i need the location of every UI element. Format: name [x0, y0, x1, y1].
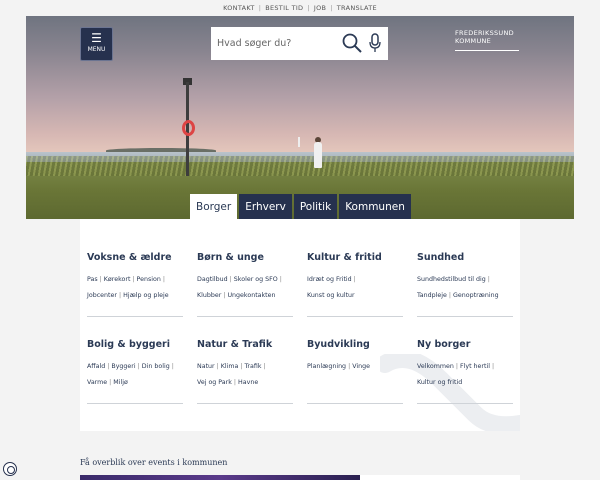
hamburger-icon: ☰ — [91, 31, 102, 45]
link-hjaelp-pleje[interactable]: Hjælp og pleje — [123, 292, 169, 299]
search-input[interactable] — [217, 34, 335, 52]
tab-borger[interactable]: Borger — [190, 194, 238, 220]
category-kultur: Kultur & fritid Idræt og Fritid | Kunst o… — [307, 252, 403, 317]
link-skoler-sfo[interactable]: Skoler og SFO — [234, 276, 278, 283]
category-title[interactable]: Voksne & ældre — [87, 252, 183, 263]
link-affald[interactable]: Affald — [87, 363, 105, 370]
link-translate[interactable]: TRANSLATE — [335, 4, 379, 12]
category-links: Velkommen | Flyt hertil | Kultur og fritid — [417, 363, 495, 386]
event-card-image[interactable] — [80, 475, 360, 480]
divider — [197, 316, 293, 317]
link-velkommen[interactable]: Velkommen — [417, 363, 454, 370]
link-genoptraening[interactable]: Genoptræning — [453, 292, 499, 299]
divider — [197, 403, 293, 404]
link-klubber[interactable]: Klubber — [197, 292, 221, 299]
menu-button[interactable]: ☰ MENU — [80, 27, 113, 61]
menu-label: MENU — [87, 46, 106, 53]
category-links: Idræt og Fritid | Kunst og kultur — [307, 276, 356, 299]
utility-nav: KONTAKT | BESTIL TID | JOB | TRANSLATE — [0, 0, 600, 16]
category-natur: Natur & Trafik Natur | Klima | Trafik | Vej o… — [197, 339, 293, 404]
link-trafik[interactable]: Trafik — [245, 363, 262, 370]
audience-tabs: Borger Erhverv Politik Kommunen — [190, 194, 413, 220]
category-links: Dagtilbud | Skoler og SFO | Klubber | Ungekon… — [197, 276, 282, 299]
link-tandpleje[interactable]: Tandpleje — [417, 292, 447, 299]
link-byggeri[interactable]: Byggeri — [111, 363, 135, 370]
category-links: Natur | Klima | Trafik | Vej og Park | Havne — [197, 363, 266, 386]
cookie-settings-icon[interactable] — [3, 462, 17, 476]
link-sundhedstilbud[interactable]: Sundhedstilbud til dig — [417, 276, 486, 283]
link-vej-park[interactable]: Vej og Park — [197, 379, 232, 386]
events-heading: Få overblik over events i kommunen — [80, 458, 228, 467]
category-links: Planlægning | Vinge — [307, 363, 370, 370]
category-links: Pas | Kørekort | Pension | Jobcenter | Hjælp og… — [87, 276, 169, 299]
category-title[interactable]: Natur & Trafik — [197, 339, 293, 350]
hero-sailboat — [298, 137, 300, 147]
link-job[interactable]: JOB — [312, 4, 328, 12]
category-ny-borger: Ny borger Velkommen | Flyt hertil | Kultur … — [417, 339, 513, 404]
link-ungekontakten[interactable]: Ungekontakten — [227, 292, 275, 299]
logo-wave — [455, 49, 519, 51]
category-title[interactable]: Ny borger — [417, 339, 513, 350]
category-links: Affald | Byggeri | Din bolig | Varme | Miljø — [87, 363, 174, 386]
link-natur[interactable]: Natur — [197, 363, 215, 370]
hero-grass-texture — [26, 156, 574, 176]
category-links: Sundhedstilbud til dig | Tandpleje | Genopt… — [417, 276, 499, 299]
microphone-icon[interactable] — [368, 32, 382, 54]
link-miljo[interactable]: Miljø — [113, 379, 128, 386]
logo-line2: KOMMUNE — [455, 37, 492, 45]
link-kunst-kultur[interactable]: Kunst og kultur — [307, 292, 355, 299]
divider — [307, 316, 403, 317]
hero-person — [314, 142, 322, 168]
link-planlaegning[interactable]: Planlægning — [307, 363, 346, 370]
link-pas[interactable]: Pas — [87, 276, 98, 283]
tab-erhverv[interactable]: Erhverv — [239, 194, 292, 220]
divider — [87, 316, 183, 317]
category-byudvikling: Byudvikling Planlægning | Vinge — [307, 339, 403, 404]
divider — [87, 403, 183, 404]
link-varme[interactable]: Varme — [87, 379, 107, 386]
event-card[interactable] — [360, 475, 520, 480]
municipality-logo[interactable]: FREDERIKSSUND KOMMUNE — [455, 29, 521, 51]
category-panel: Voksne & ældre Pas | Kørekort | Pension | Job… — [80, 219, 520, 431]
link-pension[interactable]: Pension — [137, 276, 161, 283]
logo-line1: FREDERIKSSUND — [455, 29, 514, 37]
category-title[interactable]: Sundhed — [417, 252, 513, 263]
link-klima[interactable]: Klima — [221, 363, 239, 370]
link-havne[interactable]: Havne — [238, 379, 258, 386]
link-idraet-fritid[interactable]: Idræt og Fritid — [307, 276, 352, 283]
category-voksne: Voksne & ældre Pas | Kørekort | Pension | Job… — [87, 252, 183, 317]
category-title[interactable]: Bolig & byggeri — [87, 339, 183, 350]
category-born: Børn & unge Dagtilbud | Skoler og SFO | Klu… — [197, 252, 293, 317]
category-title[interactable]: Børn & unge — [197, 252, 293, 263]
link-vinge[interactable]: Vinge — [352, 363, 370, 370]
tab-kommunen[interactable]: Kommunen — [339, 194, 411, 220]
divider — [307, 403, 403, 404]
search-box — [211, 27, 388, 60]
separator: | — [330, 4, 333, 12]
hero-lifebuoy — [182, 120, 195, 136]
tab-politik[interactable]: Politik — [293, 194, 338, 220]
magnifier-icon[interactable] — [341, 32, 363, 54]
category-bolig: Bolig & byggeri Affald | Byggeri | Din bolig… — [87, 339, 183, 404]
link-flyt-hertil[interactable]: Flyt hertil — [460, 363, 490, 370]
link-kultur-fritid[interactable]: Kultur og fritid — [417, 379, 462, 386]
link-bestil-tid[interactable]: BESTIL TID — [263, 4, 305, 12]
link-jobcenter[interactable]: Jobcenter — [87, 292, 117, 299]
link-korekort[interactable]: Kørekort — [104, 276, 131, 283]
link-din-bolig[interactable]: Din bolig — [142, 363, 170, 370]
link-kontakt[interactable]: KONTAKT — [221, 4, 257, 12]
divider — [417, 403, 513, 404]
separator: | — [307, 4, 310, 12]
link-dagtilbud[interactable]: Dagtilbud — [197, 276, 228, 283]
category-title[interactable]: Byudvikling — [307, 339, 403, 350]
category-title[interactable]: Kultur & fritid — [307, 252, 403, 263]
category-sundhed: Sundhed Sundhedstilbud til dig | Tandplej… — [417, 252, 513, 317]
divider — [417, 316, 513, 317]
